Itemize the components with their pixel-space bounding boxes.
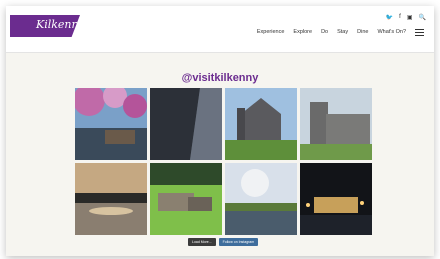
donkeys-field-photo[interactable] — [150, 163, 222, 235]
cathedral-photo[interactable] — [225, 88, 297, 160]
castle-photo[interactable] — [300, 88, 372, 160]
twitter-icon[interactable]: 🐦 — [386, 14, 393, 21]
nav-do[interactable]: Do — [321, 29, 328, 35]
nav-stay[interactable]: Stay — [337, 29, 348, 35]
nav-experience[interactable]: Experience — [257, 29, 285, 35]
load-more-button[interactable]: Load More... — [188, 238, 216, 246]
tower-wall-photo[interactable] — [150, 88, 222, 160]
nav-whats-on[interactable]: What's On? — [377, 29, 406, 35]
instagram-icon[interactable]: ▣ — [407, 14, 413, 21]
browser-frame: Kilkenny 🐦 f ▣ 🔍 Experience Explore Do S… — [6, 6, 434, 256]
logo-text: Kilkenny — [36, 18, 85, 31]
facebook-icon[interactable]: f — [399, 14, 401, 21]
search-icon[interactable]: 🔍 — [419, 14, 426, 21]
kilkenny-logo[interactable]: Kilkenny — [10, 15, 80, 37]
site-header: Kilkenny 🐦 f ▣ 🔍 Experience Explore Do S… — [6, 6, 434, 53]
instagram-handle: @visitkilkenny — [181, 72, 259, 84]
riverside-town-photo[interactable] — [225, 163, 297, 235]
instagram-grid — [75, 88, 373, 235]
follow-instagram-button[interactable]: Follow on Instagram — [218, 238, 259, 246]
hamburger-menu-icon[interactable] — [415, 29, 424, 36]
nav-explore[interactable]: Explore — [293, 29, 312, 35]
action-buttons: Load More... Follow on Instagram — [188, 238, 259, 246]
night-castle-photo[interactable] — [300, 163, 372, 235]
sunset-river-photo[interactable] — [75, 163, 147, 235]
main-nav: Experience Explore Do Stay Dine What's O… — [257, 29, 406, 35]
blossom-river-photo[interactable] — [75, 88, 147, 160]
nav-dine[interactable]: Dine — [357, 29, 368, 35]
utility-icons: 🐦 f ▣ 🔍 — [386, 14, 426, 21]
